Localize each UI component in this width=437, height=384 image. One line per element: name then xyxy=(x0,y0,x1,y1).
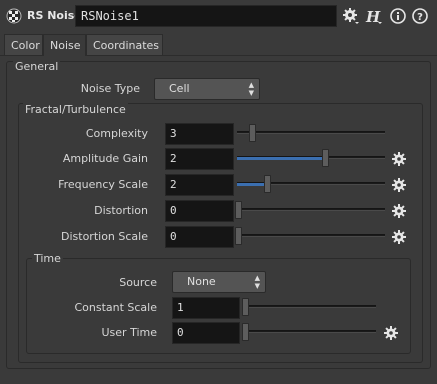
gear-icon[interactable] xyxy=(391,229,407,245)
node-name-field[interactable]: RSNoise1 xyxy=(75,5,337,27)
gear-icon[interactable] xyxy=(342,7,360,25)
constant-scale-slider-handle[interactable] xyxy=(242,298,249,316)
amplitude-gain-label: Amplitude Gain xyxy=(62,152,148,165)
time-panel-title: Time xyxy=(32,252,63,265)
frequency-scale-slider-fill xyxy=(237,183,265,186)
complexity-slider-track[interactable] xyxy=(237,131,385,134)
gear-icon[interactable] xyxy=(391,177,407,193)
user-time-slider-track[interactable] xyxy=(244,330,376,333)
gear-icon[interactable] xyxy=(391,151,407,167)
user-time-field[interactable]: 0 xyxy=(172,322,240,344)
info-icon[interactable] xyxy=(389,7,407,25)
dropdown-arrows-icon: ▲ ▼ xyxy=(254,274,260,290)
noise-type-dropdown[interactable]: Cell ▲ ▼ xyxy=(154,78,260,100)
help-icon[interactable]: ? xyxy=(411,7,429,25)
gear-icon[interactable] xyxy=(383,325,399,341)
complexity-field[interactable]: 3 xyxy=(165,123,234,145)
constant-scale-label: Constant Scale xyxy=(74,301,157,314)
distortion-label: Distortion xyxy=(94,204,148,217)
complexity-slider-handle[interactable] xyxy=(249,124,256,142)
complexity-label: Complexity xyxy=(85,127,148,140)
distortion-scale-label: Distortion Scale xyxy=(61,230,148,243)
source-value: None xyxy=(187,275,216,288)
source-label: Source xyxy=(119,276,157,289)
amplitude-gain-slider-track[interactable] xyxy=(237,156,385,160)
distortion-slider-handle[interactable] xyxy=(235,201,242,219)
dropdown-arrows-icon: ▲ ▼ xyxy=(248,81,254,97)
distortion-field[interactable]: 0 xyxy=(165,200,234,222)
houdini-help-icon[interactable]: H xyxy=(365,7,383,25)
svg-text:?: ? xyxy=(417,12,423,23)
user-time-slider-handle[interactable] xyxy=(242,323,249,341)
tab-coordinates[interactable]: Coordinates xyxy=(86,34,163,55)
frequency-scale-slider-handle[interactable] xyxy=(264,175,271,193)
node-type-label: RS Noise xyxy=(27,9,82,22)
frequency-scale-slider-track[interactable] xyxy=(237,182,385,186)
frequency-scale-label: Frequency Scale xyxy=(58,178,148,191)
user-time-label: User Time xyxy=(101,326,158,339)
amplitude-gain-field[interactable]: 2 xyxy=(165,148,234,170)
amplitude-gain-slider-handle[interactable] xyxy=(322,149,329,167)
checker-icon[interactable] xyxy=(6,8,22,24)
tab-noise[interactable]: Noise xyxy=(43,34,86,56)
general-panel-title: General xyxy=(13,60,61,73)
noise-type-label: Noise Type xyxy=(80,82,140,95)
distortion-scale-slider-handle[interactable] xyxy=(235,227,242,245)
frequency-scale-field[interactable]: 2 xyxy=(165,174,234,196)
fractal-panel-title: Fractal/Turbulence xyxy=(23,103,128,116)
distortion-scale-slider-track[interactable] xyxy=(237,234,385,237)
constant-scale-slider-track[interactable] xyxy=(244,305,376,308)
distortion-slider-track[interactable] xyxy=(237,208,385,211)
gear-icon[interactable] xyxy=(391,203,407,219)
noise-type-value: Cell xyxy=(169,82,190,95)
tab-color[interactable]: Color xyxy=(4,34,43,55)
source-dropdown[interactable]: None ▲ ▼ xyxy=(172,271,266,293)
constant-scale-field[interactable]: 1 xyxy=(172,297,240,319)
distortion-scale-field[interactable]: 0 xyxy=(165,226,234,248)
amplitude-gain-slider-fill xyxy=(237,157,325,160)
